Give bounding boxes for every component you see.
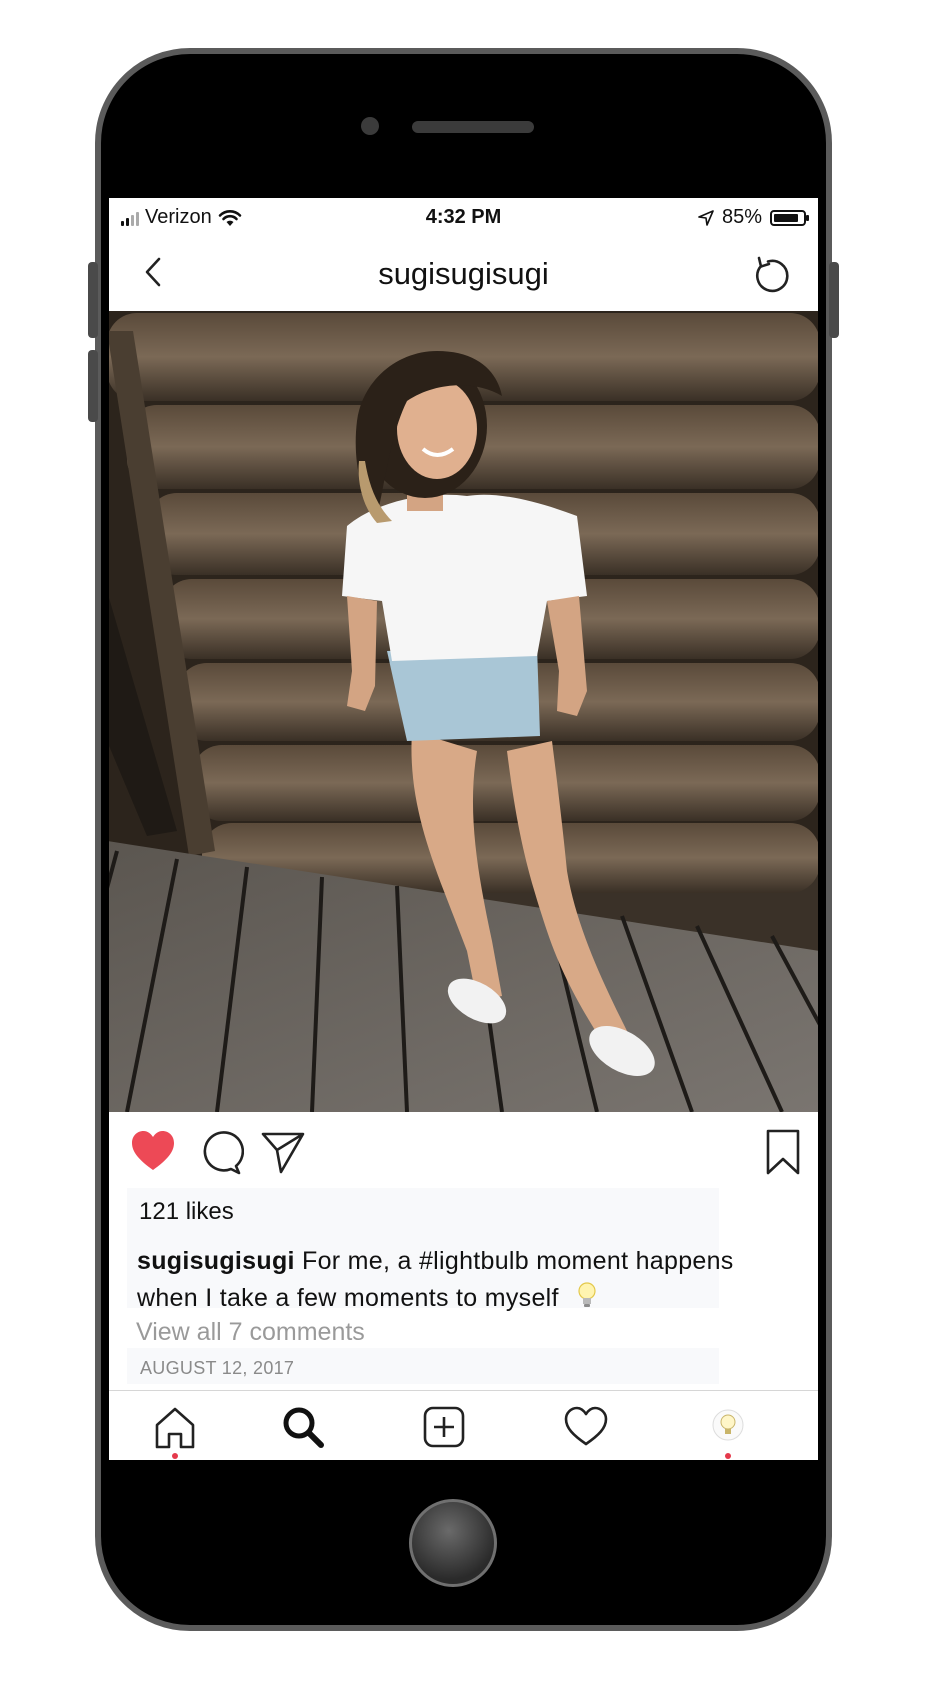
page-title: sugisugisugi <box>378 256 549 291</box>
tab-profile[interactable] <box>704 1403 752 1459</box>
silent-switch <box>88 262 98 338</box>
tab-activity[interactable] <box>562 1403 610 1451</box>
search-icon <box>283 1407 324 1448</box>
notification-dot <box>172 1453 178 1459</box>
heart-icon[interactable] <box>129 1128 177 1176</box>
navigation-bar: sugisugisugi <box>109 236 818 308</box>
status-right: 85% <box>698 206 809 229</box>
share-icon[interactable] <box>259 1128 307 1176</box>
location-arrow-icon <box>698 209 714 226</box>
view-all-comments-link[interactable]: View all 7 comments <box>136 1318 365 1347</box>
tab-bar <box>109 1390 818 1460</box>
refresh-icon[interactable] <box>748 252 796 300</box>
caption: sugisugisugi For me, a #lightbulb moment… <box>137 1243 777 1317</box>
comment-icon[interactable] <box>196 1128 244 1176</box>
post-actions <box>109 1122 818 1182</box>
profile-avatar-icon <box>712 1409 744 1441</box>
power-button <box>829 262 839 338</box>
tab-search[interactable] <box>279 1403 327 1451</box>
screen: Verizon 4:32 PM 85% sugisugisugi 121 lik… <box>109 198 818 1460</box>
activity-heart-icon <box>564 1406 608 1446</box>
likes-count[interactable]: 121 likes <box>139 1198 234 1226</box>
home-icon <box>155 1407 195 1449</box>
home-button[interactable] <box>409 1499 497 1587</box>
add-post-icon <box>423 1406 465 1448</box>
earpiece-speaker <box>412 121 534 133</box>
caption-username[interactable]: sugisugisugi <box>137 1247 295 1275</box>
tab-home[interactable] <box>151 1403 199 1459</box>
post-photo-illustration <box>109 311 818 1112</box>
status-bar: Verizon 4:32 PM 85% <box>109 198 818 236</box>
battery-percent: 85% <box>721 206 762 228</box>
battery-icon <box>770 209 809 226</box>
post-date: AUGUST 12, 2017 <box>140 1358 295 1378</box>
battery-fill <box>774 213 798 222</box>
front-camera <box>361 117 379 135</box>
tab-add-post[interactable] <box>420 1403 468 1451</box>
volume-button <box>88 350 98 422</box>
notification-dot <box>725 1453 731 1459</box>
lightbulb-emoji <box>578 1282 596 1307</box>
bookmark-icon[interactable] <box>759 1128 807 1176</box>
post-photo[interactable] <box>109 311 818 1112</box>
